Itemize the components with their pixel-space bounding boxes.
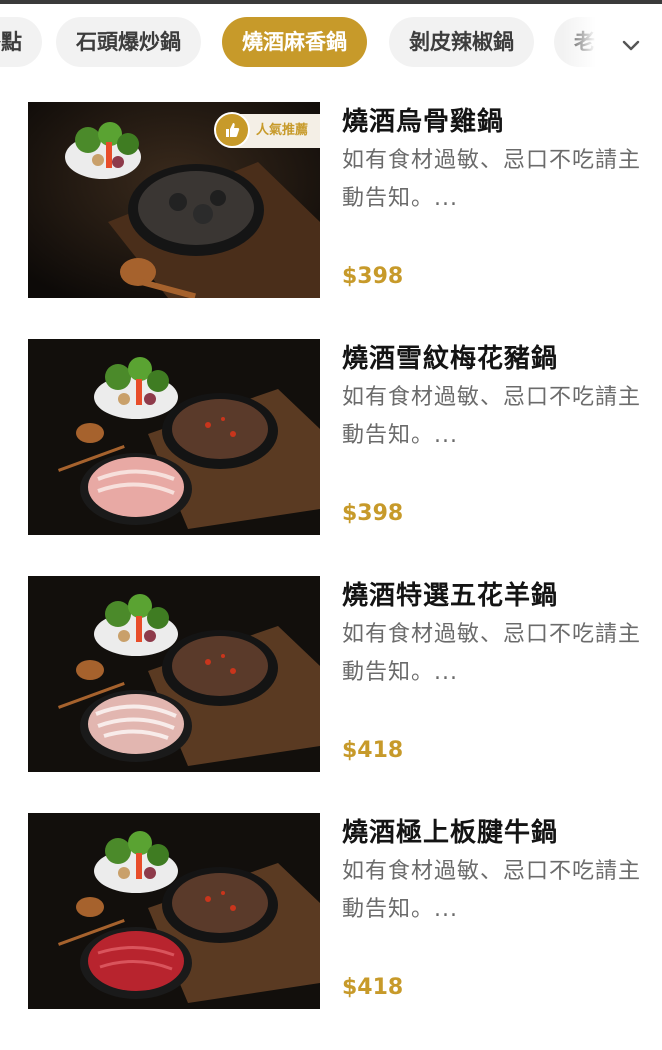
- menu-item[interactable]: 人氣推薦 燒酒烏骨雞鍋 如有食材過敏、忌口不吃請主動告知。... $398: [0, 102, 662, 339]
- menu-item[interactable]: 燒酒雪紋梅花豬鍋 如有食材過敏、忌口不吃請主動告知。... $398: [0, 339, 662, 576]
- hotpot-photo: [28, 813, 320, 1009]
- dish-name[interactable]: 燒酒極上板腱牛鍋: [342, 815, 642, 851]
- more-categories-button[interactable]: [600, 4, 662, 86]
- dish-image[interactable]: [28, 339, 320, 535]
- hotpot-photo: [28, 339, 320, 535]
- dish-price: $398: [342, 264, 404, 289]
- dish-info: 燒酒烏骨雞鍋 如有食材過敏、忌口不吃請主動告知。...: [342, 102, 642, 218]
- tab-meals[interactable]: 餐點: [0, 17, 42, 67]
- dish-image[interactable]: [28, 576, 320, 772]
- dish-price: $418: [342, 975, 404, 1000]
- dish-info: 燒酒特選五花羊鍋 如有食材過敏、忌口不吃請主動告知。...: [342, 576, 642, 692]
- tab-stone-stirfry-pot[interactable]: 石頭爆炒鍋: [56, 17, 201, 67]
- category-tab-bar: 餐點 石頭爆炒鍋 燒酒麻香鍋 剝皮辣椒鍋 老字: [0, 4, 662, 86]
- popular-badge: 人氣推薦: [214, 112, 320, 148]
- badge-label: 人氣推薦: [256, 123, 309, 138]
- tab-shaojiu-mala-pot[interactable]: 燒酒麻香鍋: [222, 17, 367, 67]
- dish-image[interactable]: [28, 813, 320, 1009]
- dish-name[interactable]: 燒酒烏骨雞鍋: [342, 104, 642, 140]
- dish-price: $398: [342, 501, 404, 526]
- chevron-down-icon: [622, 40, 640, 51]
- menu-item[interactable]: 燒酒極上板腱牛鍋 如有食材過敏、忌口不吃請主動告知。... $418: [0, 813, 662, 1050]
- tab-fade: [562, 4, 602, 86]
- dish-description: 如有食材過敏、忌口不吃請主動告知。...: [342, 148, 642, 211]
- dish-info: 燒酒雪紋梅花豬鍋 如有食材過敏、忌口不吃請主動告知。...: [342, 339, 642, 455]
- dish-info: 燒酒極上板腱牛鍋 如有食材過敏、忌口不吃請主動告知。...: [342, 813, 642, 929]
- hotpot-photo: [28, 576, 320, 772]
- dish-description: 如有食材過敏、忌口不吃請主動告知。...: [342, 385, 642, 448]
- menu-item[interactable]: 燒酒特選五花羊鍋 如有食材過敏、忌口不吃請主動告知。... $418: [0, 576, 662, 813]
- tab-peeled-chili-pot[interactable]: 剝皮辣椒鍋: [389, 17, 534, 67]
- dish-name[interactable]: 燒酒雪紋梅花豬鍋: [342, 341, 642, 377]
- thumbs-up-icon: [214, 112, 250, 148]
- dish-description: 如有食材過敏、忌口不吃請主動告知。...: [342, 622, 642, 685]
- dish-description: 如有食材過敏、忌口不吃請主動告知。...: [342, 859, 642, 922]
- dish-name[interactable]: 燒酒特選五花羊鍋: [342, 578, 642, 614]
- dish-price: $418: [342, 738, 404, 763]
- dish-image[interactable]: 人氣推薦: [28, 102, 320, 298]
